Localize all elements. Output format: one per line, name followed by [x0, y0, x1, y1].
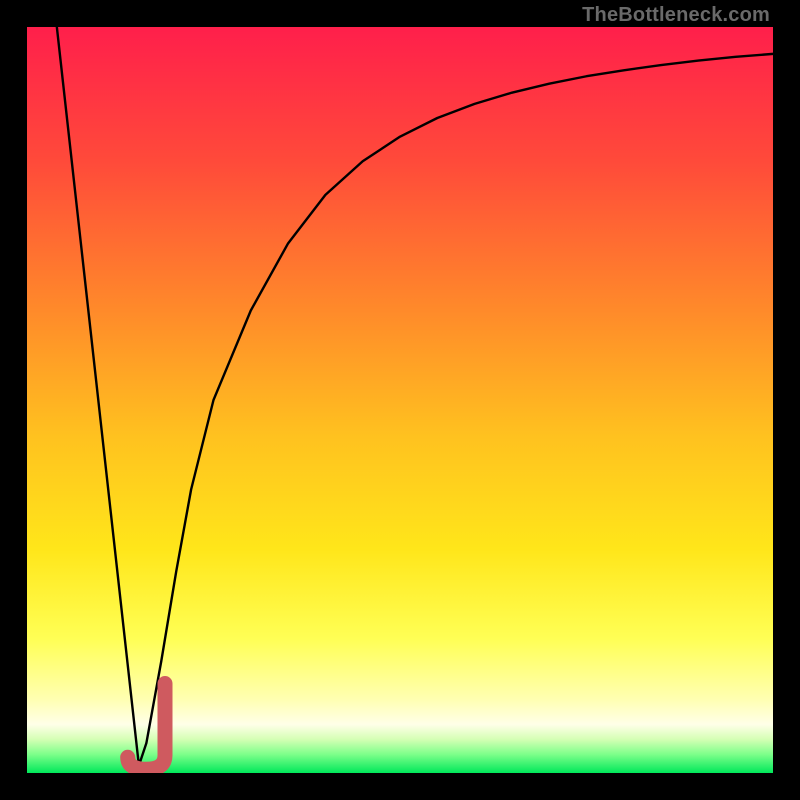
watermark-text: TheBottleneck.com — [582, 4, 770, 27]
chart-frame — [27, 27, 773, 773]
gradient-background — [27, 27, 773, 773]
bottleneck-chart — [27, 27, 773, 773]
